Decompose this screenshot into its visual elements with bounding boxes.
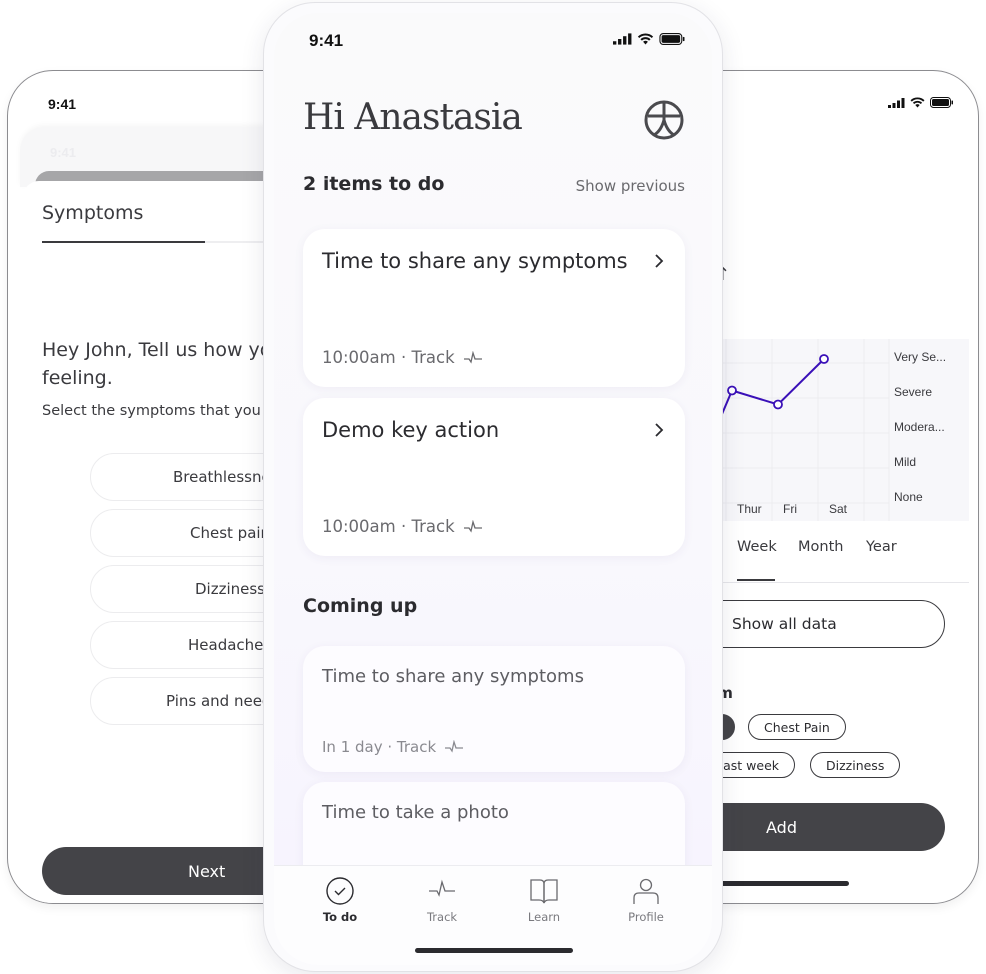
y-tick-label: Mild	[894, 455, 916, 469]
chip-label: Dizziness	[826, 757, 885, 773]
app-showcase: 9:41 9:41 Symptoms Hey John, Tell us how…	[0, 0, 986, 974]
todo-screen: 9:41 Hi Anastasia 2 items to do Show pre…	[274, 13, 712, 965]
check-circle-icon	[326, 877, 354, 905]
card-title: Time to take a photo	[322, 802, 509, 823]
tab-label: Learn	[527, 910, 561, 924]
y-tick-label: Modera...	[894, 420, 945, 434]
tab-week[interactable]: Week	[737, 539, 777, 555]
tab-label: Track	[426, 910, 458, 924]
data-point	[819, 354, 829, 364]
status-icons	[613, 33, 686, 45]
wifi-icon	[637, 33, 654, 45]
status-icons	[888, 97, 954, 108]
pulse-icon	[463, 519, 482, 533]
card-title: Demo key action	[322, 418, 500, 442]
card-meta: 10:00am · Track	[322, 517, 483, 536]
status-time: 9:41	[309, 31, 344, 50]
book-icon	[530, 879, 558, 904]
card-meta-text: 10:00am · Track	[322, 348, 455, 367]
pulse-icon	[429, 879, 455, 897]
tab-label: Profile	[628, 910, 664, 924]
option-label: Dizziness	[195, 580, 265, 598]
period-tabs: ay Week Month Year	[681, 539, 969, 583]
ghost-status-time: 9:41	[50, 145, 77, 160]
x-tick-label: Thur	[737, 502, 762, 516]
wifi-icon	[910, 97, 925, 108]
show-previous-link[interactable]: Show previous	[576, 177, 685, 195]
option-label: Chest pain	[190, 524, 271, 542]
coming-up-heading: Coming up	[303, 595, 418, 617]
upcoming-card[interactable]: Time to share any symptoms In 1 day · Tr…	[303, 646, 685, 772]
status-time: 9:41	[48, 96, 77, 112]
signal-icon	[888, 97, 905, 108]
chevron-right-icon	[655, 254, 664, 268]
card-meta: 10:00am · Track	[322, 348, 483, 367]
card-meta: In 1 day · Track	[322, 738, 464, 756]
card-title: Time to share any symptoms	[322, 666, 584, 687]
home-indicator	[415, 948, 573, 953]
pulse-icon	[445, 740, 464, 753]
progress-fill	[42, 241, 206, 243]
y-tick-label: Very Se...	[894, 350, 946, 364]
card-meta-text: In 1 day · Track	[322, 738, 437, 756]
brand-logo-icon[interactable]	[643, 99, 685, 141]
todo-card[interactable]: Time to share any symptoms 10:00am · Tra…	[303, 229, 685, 387]
battery-icon	[659, 33, 685, 45]
tab-profile[interactable]: Profile	[611, 876, 681, 924]
y-tick-label: Severe	[894, 385, 932, 399]
signal-icon	[613, 33, 632, 45]
chevron-right-icon	[655, 423, 664, 437]
x-tick-label: Sat	[829, 502, 848, 516]
symptom-chip[interactable]: Chest Pain	[748, 714, 846, 740]
tab-learn[interactable]: Learn	[509, 876, 579, 924]
option-label: Headaches	[188, 636, 272, 654]
severity-chart: NoneMildModera...SevereVery Se...WedThur…	[681, 339, 969, 521]
battery-icon	[930, 97, 953, 108]
card-title: Time to share any symptoms	[322, 249, 628, 273]
data-point	[773, 399, 783, 410]
pulse-icon	[463, 350, 482, 364]
y-tick-label: None	[894, 490, 923, 504]
next-label: Next	[188, 861, 226, 881]
person-icon	[633, 878, 659, 904]
selected-tab-indicator	[737, 579, 775, 581]
tab-month[interactable]: Month	[798, 539, 843, 555]
todo-card[interactable]: Demo key action 10:00am · Track	[303, 398, 685, 556]
symptom-chip[interactable]: Dizziness	[810, 752, 901, 778]
chart-svg: NoneMildModera...SevereVery Se...WedThur…	[681, 339, 969, 521]
tab-track[interactable]: Track	[407, 876, 477, 924]
chip-label: Chest Pain	[764, 719, 830, 735]
greeting-title: Hi Anastasia	[303, 97, 523, 138]
sheet-title: Symptoms	[42, 202, 144, 224]
add-label: Add	[766, 817, 797, 837]
show-all-label: Show all data	[732, 615, 837, 633]
x-tick-label: Fri	[783, 502, 797, 516]
tab-year[interactable]: Year	[866, 539, 897, 555]
phone-todo-screen: 9:41 Hi Anastasia 2 items to do Show pre…	[263, 2, 723, 972]
card-meta-text: 10:00am · Track	[322, 517, 455, 536]
todo-count-heading: 2 items to do	[303, 173, 445, 195]
data-point	[727, 385, 737, 396]
tab-label: To do	[322, 910, 358, 924]
tab-todo[interactable]: To do	[305, 876, 375, 924]
